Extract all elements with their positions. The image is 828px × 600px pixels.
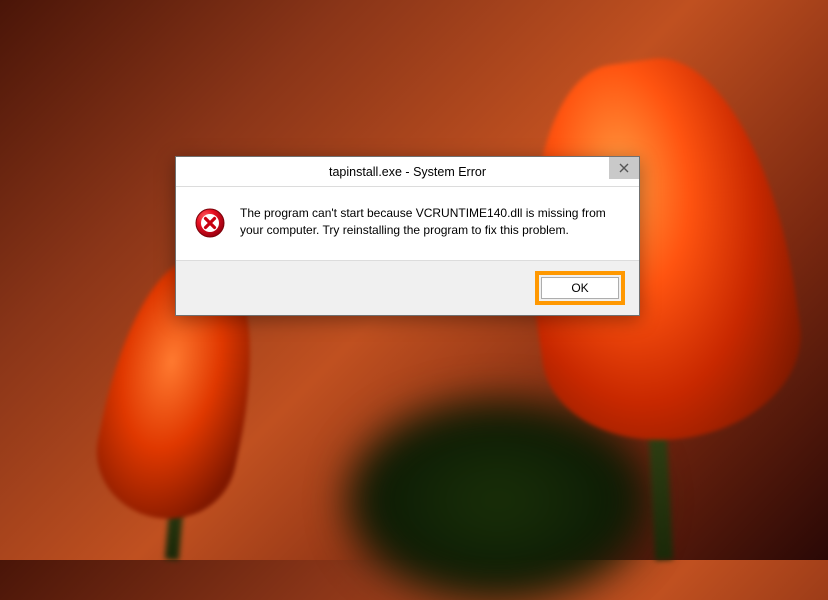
close-icon — [619, 163, 629, 173]
close-button[interactable] — [609, 157, 639, 179]
error-dialog: tapinstall.exe - System Error — [175, 156, 640, 316]
ok-button[interactable]: OK — [541, 277, 619, 299]
titlebar: tapinstall.exe - System Error — [176, 157, 639, 187]
error-icon — [194, 207, 226, 239]
ok-highlight-box: OK — [535, 271, 625, 305]
error-message: The program can't start because VCRUNTIM… — [240, 205, 619, 240]
button-area: OK — [176, 260, 639, 315]
dialog-content: The program can't start because VCRUNTIM… — [176, 187, 639, 260]
dialog-title: tapinstall.exe - System Error — [329, 165, 486, 179]
